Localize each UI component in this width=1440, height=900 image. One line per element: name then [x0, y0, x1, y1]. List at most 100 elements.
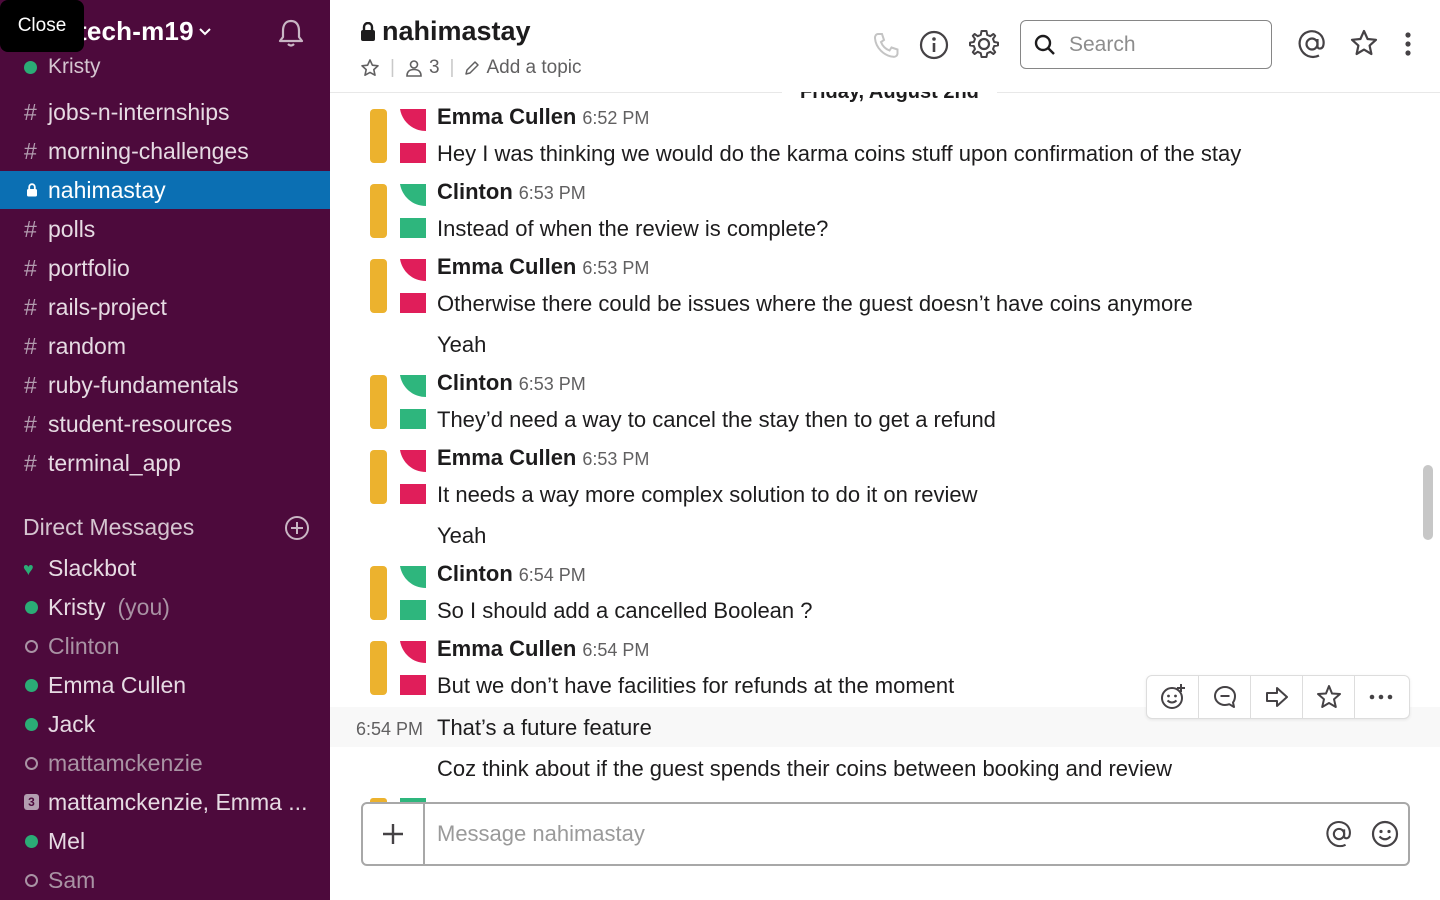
info-icon[interactable]	[918, 29, 950, 61]
dm-item[interactable]: Emma Cullen	[0, 666, 330, 704]
channel-name: nahimastay	[382, 16, 531, 46]
star-outline-icon[interactable]	[360, 58, 380, 78]
message-text: So I should add a cancelled Boolean ?	[437, 598, 813, 623]
message-list[interactable]: Emma Cullen 6:52 PM Hey I was thinking we …	[330, 92, 1440, 802]
member-icon[interactable]	[405, 59, 423, 77]
dm-item[interactable]: ♥ Slackbot	[0, 549, 330, 587]
channel-item[interactable]: nahimastay	[0, 171, 330, 209]
dm-label: mattamckenzie	[48, 749, 203, 776]
save-message-button[interactable]	[1303, 676, 1355, 718]
dm-label: Jack	[48, 710, 96, 737]
channel-item[interactable]: # terminal_app	[0, 444, 330, 482]
more-vertical-icon[interactable]	[1392, 28, 1424, 60]
start-thread-button[interactable]	[1199, 676, 1251, 718]
avatar[interactable]	[370, 184, 426, 240]
message-time[interactable]: 6:54 PM	[582, 640, 649, 660]
phone-icon[interactable]	[870, 30, 902, 62]
add-reaction-button[interactable]	[1147, 676, 1199, 718]
attach-button[interactable]	[363, 804, 425, 864]
gear-icon[interactable]	[968, 28, 1000, 60]
presence-indicator	[0, 627, 48, 665]
message-input[interactable]	[425, 820, 1316, 848]
you-suffix: (you)	[117, 593, 170, 620]
channel-item[interactable]: # rails-project	[0, 288, 330, 326]
presence-indicator	[0, 744, 48, 782]
mentions-icon[interactable]	[1296, 28, 1328, 60]
mention-button[interactable]	[1316, 804, 1362, 864]
message-text: Yeah	[437, 523, 487, 548]
member-count[interactable]: 3	[429, 57, 440, 79]
message-time[interactable]: 6:52 PM	[582, 108, 649, 128]
dm-item[interactable]: Mel	[0, 822, 330, 860]
dm-item[interactable]: Clinton	[0, 627, 330, 665]
message-time[interactable]: 6:53 PM	[582, 258, 649, 278]
message-time[interactable]: 6:53 PM	[582, 449, 649, 469]
more-actions-button[interactable]	[1355, 676, 1407, 718]
message-time[interactable]: 6:54 PM	[519, 565, 586, 585]
message-text: Otherwise there could be issues where th…	[437, 291, 1193, 316]
dm-label: Kristy	[48, 593, 106, 620]
avatar[interactable]	[370, 109, 426, 165]
dm-item[interactable]: 3 mattamckenzie, Emma ...	[0, 783, 330, 821]
hash-icon: #	[24, 98, 37, 125]
presence-indicator: ♥	[0, 549, 48, 587]
channel-item[interactable]: # polls	[0, 210, 330, 248]
message-text: That’s a future feature	[437, 715, 652, 740]
channel-item[interactable]: # portfolio	[0, 249, 330, 287]
channel-item[interactable]: # jobs-n-internships	[0, 93, 330, 131]
avatar-square	[400, 675, 426, 695]
search-icon	[1034, 34, 1055, 55]
message-author[interactable]: Emma Cullen	[437, 254, 576, 279]
message-actions-toolbar	[1146, 675, 1410, 719]
avatar[interactable]	[370, 641, 426, 697]
channel-label: morning-challenges	[48, 137, 249, 164]
channel-title[interactable]: nahimastay	[360, 16, 531, 47]
add-topic-link[interactable]: Add a topic	[486, 57, 581, 79]
dm-label: Slackbot	[48, 554, 137, 581]
workspace-name[interactable]: tech-m19	[78, 16, 194, 47]
dm-item[interactable]: Sam	[0, 861, 330, 899]
search-input[interactable]	[1067, 31, 1251, 58]
scrollbar-thumb[interactable]	[1423, 465, 1433, 540]
direct-messages-heading[interactable]: Direct Messages	[23, 514, 194, 541]
star-icon[interactable]	[1348, 28, 1380, 60]
hash-icon: #	[24, 293, 37, 320]
emoji-button[interactable]	[1362, 804, 1408, 864]
dm-label: Sam	[48, 866, 96, 893]
avatar-shape	[400, 259, 426, 281]
message-author[interactable]: Clinton	[437, 179, 513, 204]
message-author-line: Emma Cullen 6:53 PM	[437, 445, 649, 471]
presence-online-icon	[25, 601, 38, 614]
message-author[interactable]: Emma Cullen	[437, 445, 576, 470]
share-message-button[interactable]	[1251, 676, 1303, 718]
channel-item[interactable]: # ruby-fundamentals	[0, 366, 330, 404]
workspace-header[interactable]: tech-m19 Kristy Close	[0, 0, 330, 92]
avatar[interactable]	[370, 566, 426, 622]
avatar[interactable]	[370, 259, 426, 315]
search-box[interactable]	[1020, 20, 1272, 69]
message-author[interactable]: Clinton	[437, 370, 513, 395]
channel-label: portfolio	[48, 254, 130, 281]
message-author[interactable]: Clinton	[437, 561, 513, 586]
message-time[interactable]: 6:53 PM	[519, 374, 586, 394]
bell-icon[interactable]	[274, 16, 308, 50]
avatar[interactable]	[370, 450, 426, 506]
dm-item[interactable]: mattamckenzie	[0, 744, 330, 782]
avatar[interactable]	[370, 375, 426, 431]
message-author[interactable]: Emma Cullen	[437, 104, 576, 129]
message-time[interactable]: 6:54 PM	[356, 719, 423, 740]
date-divider[interactable]: Friday, August 2nd	[782, 92, 997, 106]
dm-item[interactable]: Kristy (you)	[0, 588, 330, 626]
add-circle-icon[interactable]	[284, 515, 310, 541]
emoji-icon	[1371, 820, 1399, 848]
channel-item[interactable]: # morning-challenges	[0, 132, 330, 170]
dm-item[interactable]: Jack	[0, 705, 330, 743]
message-author-line: Emma Cullen 6:52 PM	[437, 104, 649, 130]
chevron-down-icon[interactable]	[198, 27, 212, 37]
avatar-shape	[400, 109, 426, 131]
channel-item[interactable]: # student-resources	[0, 405, 330, 443]
message-time[interactable]: 6:53 PM	[519, 183, 586, 203]
channel-item[interactable]: # random	[0, 327, 330, 365]
message-author[interactable]: Emma Cullen	[437, 636, 576, 661]
close-tooltip: Close	[0, 0, 84, 52]
